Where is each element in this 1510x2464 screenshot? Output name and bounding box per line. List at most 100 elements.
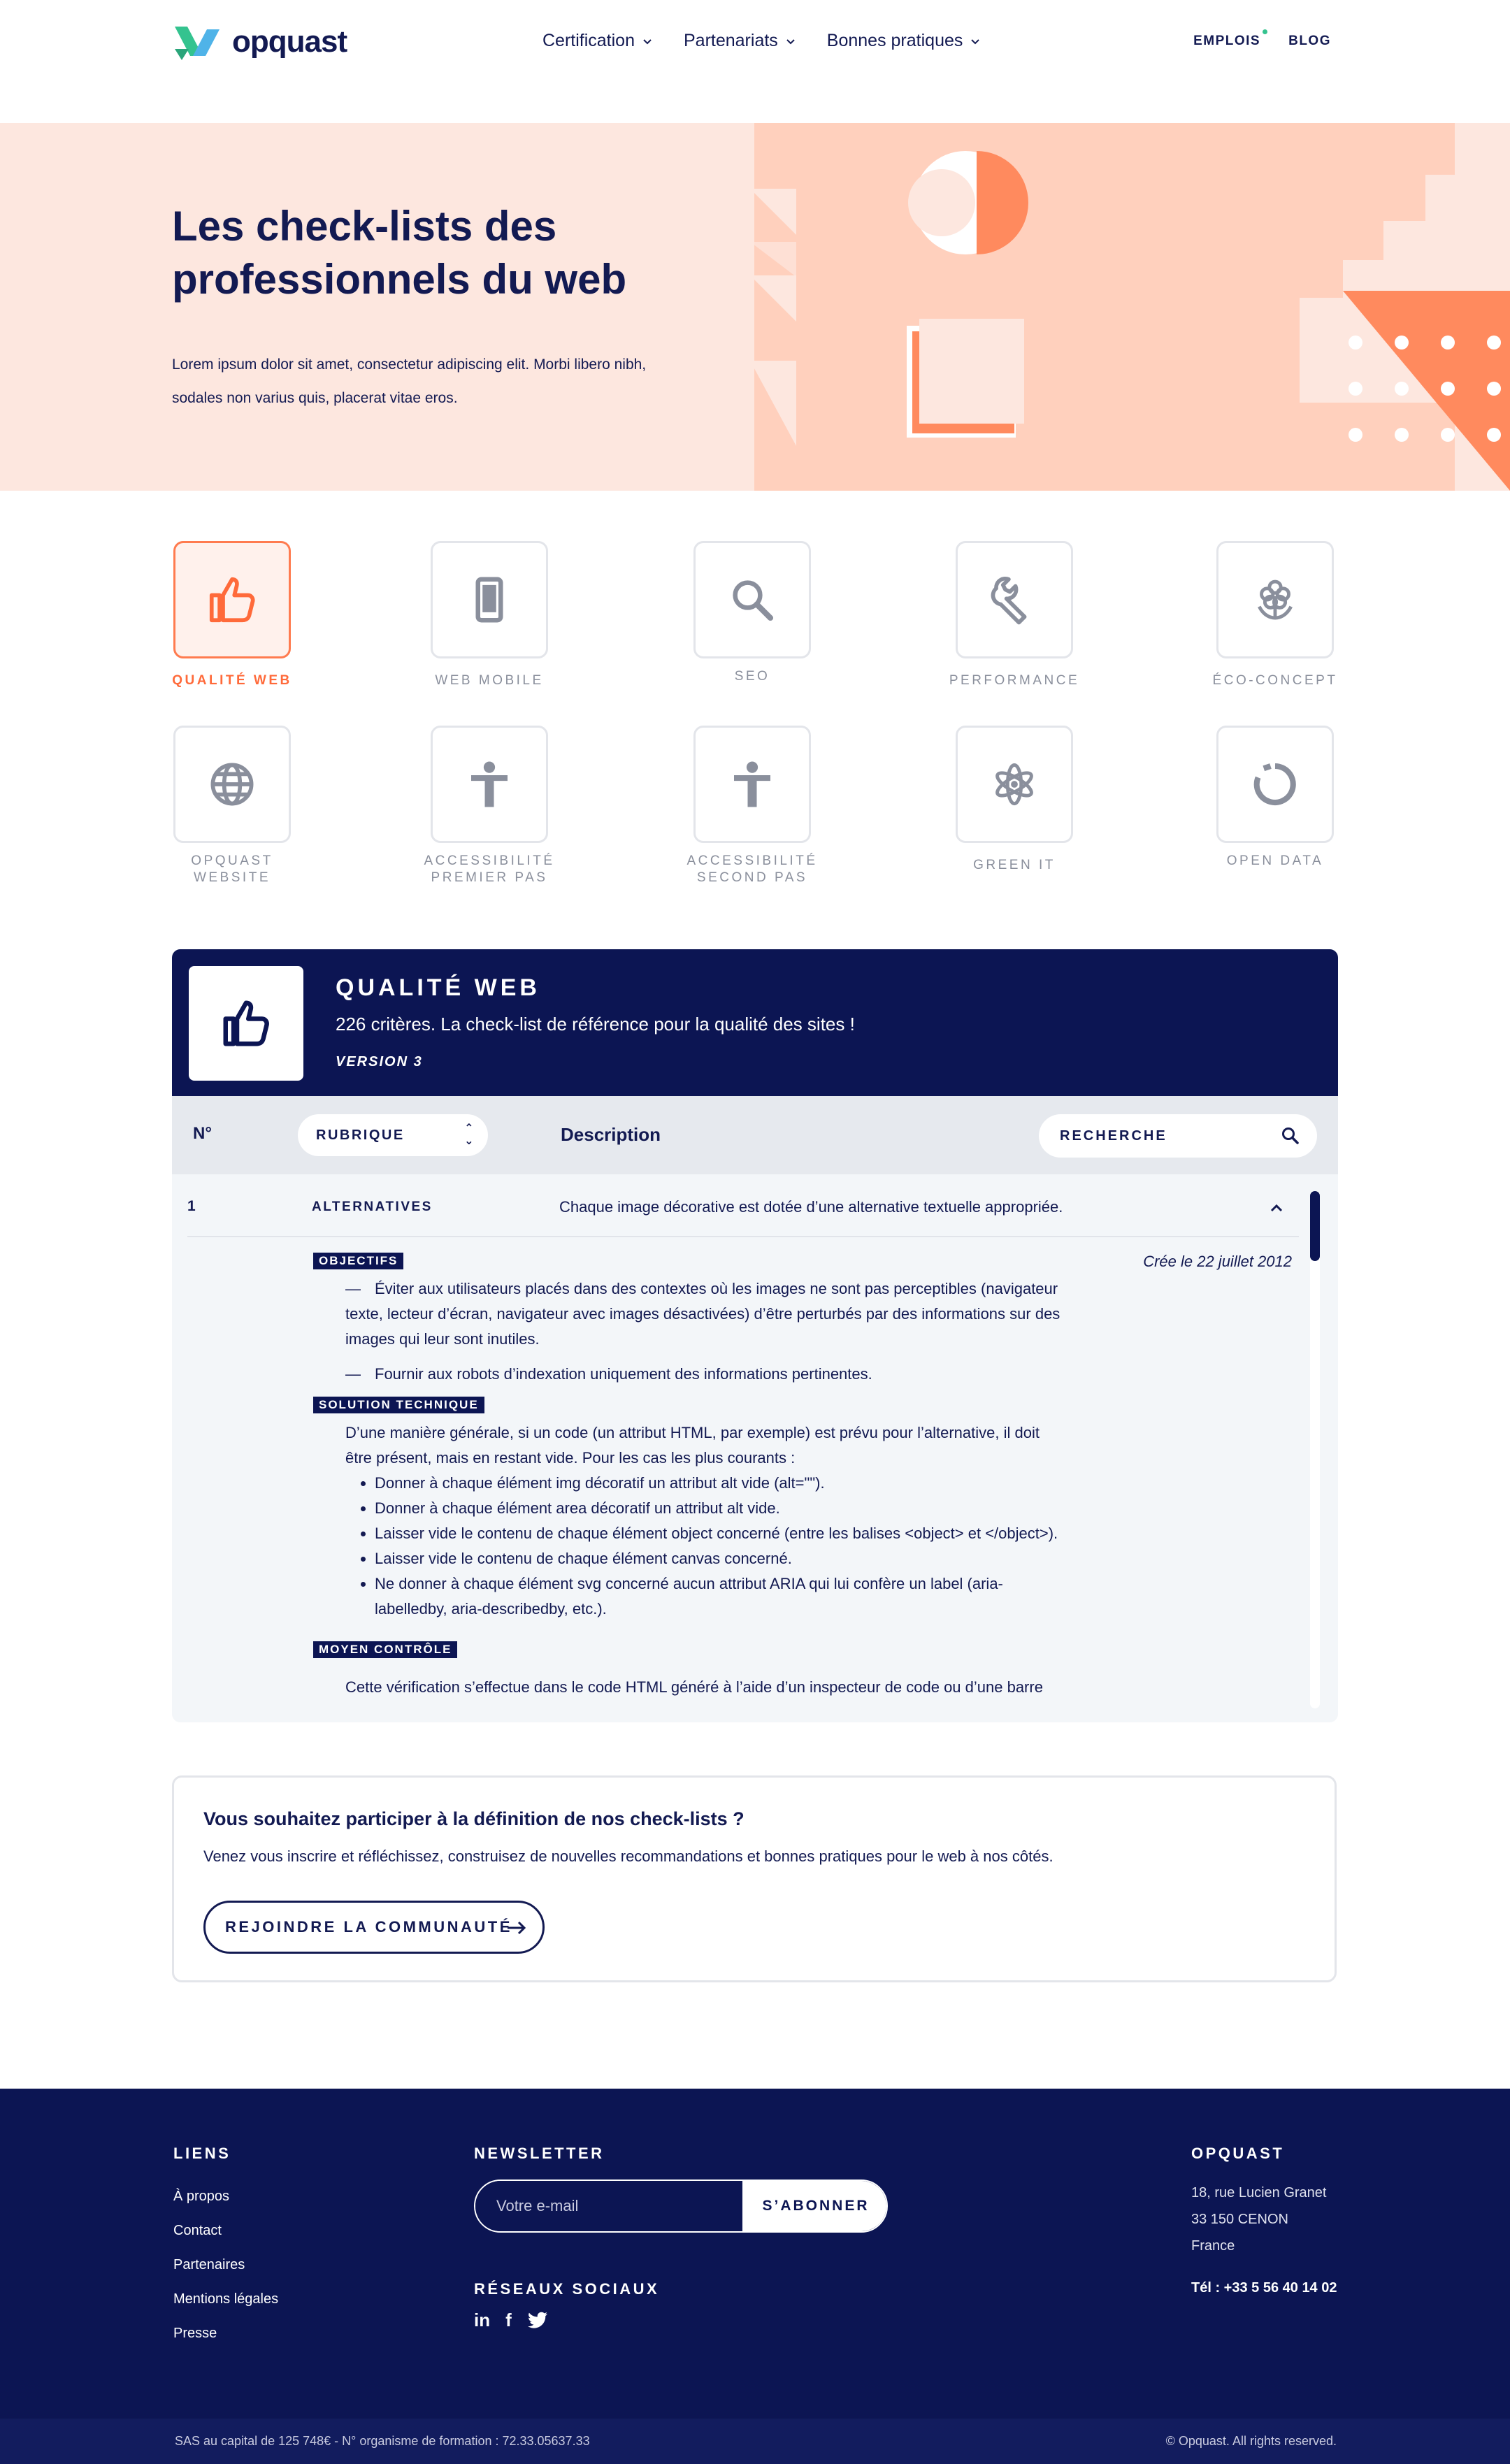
- newsletter-form: S’ABONNER: [474, 2180, 888, 2233]
- emplois-link[interactable]: EMPLOIS: [1193, 29, 1268, 49]
- linkedin-icon[interactable]: in: [474, 2310, 490, 2331]
- social-links: in f: [474, 2310, 548, 2331]
- category-seo[interactable]: SEO: [682, 541, 822, 685]
- category-open-data[interactable]: OPEN DATA: [1205, 726, 1345, 870]
- footer-link-a-propos[interactable]: À propos: [173, 2180, 278, 2214]
- solution-item: Donner à chaque élément area décoratif u…: [375, 1496, 1074, 1521]
- address-line: 33 150 CENON: [1191, 2212, 1288, 2227]
- scrollbar-track[interactable]: [1310, 1191, 1320, 1708]
- company-phone[interactable]: Tél : +33 5 56 40 14 02: [1191, 2280, 1337, 2296]
- created-date: Crée le 22 juillet 2012: [1143, 1253, 1292, 1270]
- chevron-up-icon[interactable]: [1268, 1199, 1285, 1216]
- checklist-panel: QUALITÉ WEB 226 critères. La check-list …: [172, 949, 1338, 1722]
- hero-title: Les check-lists des professionnels du we…: [172, 203, 627, 303]
- footer-link-mentions-legales[interactable]: Mentions légales: [173, 2282, 278, 2317]
- blog-link[interactable]: BLOG: [1288, 34, 1331, 49]
- search-icon[interactable]: [1281, 1126, 1300, 1146]
- atom-icon: [995, 763, 1033, 806]
- hero-shapes-icon: [750, 123, 1510, 491]
- category-label: ÉCO-CONCEPT: [1212, 673, 1338, 688]
- nav-bonnes-pratiques[interactable]: Bonnes pratiques: [827, 31, 982, 51]
- category-tile: [1216, 726, 1334, 843]
- column-description-header: Description: [561, 1124, 661, 1145]
- chevron-down-icon: [643, 38, 652, 44]
- subscribe-button[interactable]: S’ABONNER: [742, 2181, 886, 2231]
- objectif-item: — Éviter aux utilisateurs placés dans des…: [345, 1280, 1060, 1348]
- checklist-logo: [189, 966, 303, 1081]
- footer-link-presse[interactable]: Presse: [173, 2317, 278, 2351]
- person-icon: [471, 761, 508, 807]
- row-number: 1: [187, 1198, 196, 1214]
- sort-arrows-icon: ⌃ ⌄: [464, 1123, 475, 1147]
- objectif-item: — Fournir aux robots d’indexation uniquem…: [345, 1365, 872, 1383]
- row-detail: Crée le 22 juillet 2012 OBJECTIFS — Évite…: [313, 1253, 1292, 1700]
- checklist-row[interactable]: 1 ALTERNATIVES Chaque image décorative e…: [187, 1174, 1299, 1237]
- category-tile: [431, 541, 548, 658]
- category-green-it[interactable]: GREEN IT: [944, 726, 1084, 874]
- row-description: Chaque image décorative est dotée d’une …: [559, 1198, 1063, 1216]
- wrench-icon: [991, 576, 1027, 625]
- footer-bottom-bar: SAS au capital de 125 748€ - N° organism…: [0, 2419, 1510, 2464]
- category-tile: [693, 541, 811, 658]
- category-label: PERFORMANCE: [949, 673, 1080, 688]
- nav-partenariats[interactable]: Partenariats: [684, 31, 796, 51]
- category-performance[interactable]: PERFORMANCE: [944, 541, 1084, 689]
- category-opquast-website[interactable]: OPQUAST WEBSITE: [162, 726, 302, 886]
- flower-icon: [1258, 579, 1293, 620]
- address-line: 18, rue Lucien Granet: [1191, 2185, 1327, 2200]
- nav-certification[interactable]: Certification: [542, 31, 653, 51]
- footer-links: À propos Contact Partenaires Mentions lé…: [173, 2180, 278, 2351]
- checklist-title: QUALITÉ WEB: [336, 974, 540, 1001]
- search-icon: [733, 580, 774, 621]
- category-tile: [431, 726, 548, 843]
- row-rubrique: ALTERNATIVES: [312, 1199, 433, 1214]
- address-line: France: [1191, 2238, 1235, 2254]
- chevron-down-icon: [786, 38, 795, 44]
- facebook-icon[interactable]: f: [505, 2310, 512, 2331]
- site-header: opquast Certification Partenariats Bonne…: [0, 0, 1510, 123]
- category-label: ACCESSIBILITÉ PREMIER PAS: [424, 853, 555, 885]
- search-input[interactable]: [1060, 1124, 1270, 1148]
- objectif-text: Fournir aux robots d’indexation uniqueme…: [375, 1365, 872, 1383]
- category-tile: [1216, 541, 1334, 658]
- thumbs-up-icon: [209, 577, 255, 623]
- mobile-icon: [475, 577, 503, 623]
- category-label: SEO: [734, 669, 770, 684]
- legal-text: SAS au capital de 125 748€ - N° organism…: [175, 2434, 590, 2448]
- footer-link-contact[interactable]: Contact: [173, 2214, 278, 2248]
- cta-title: Vous souhaitez participer à la définitio…: [203, 1808, 745, 1829]
- column-number-header: N°: [193, 1124, 212, 1143]
- globe-icon: [210, 763, 254, 806]
- solution-item: Laisser vide le contenu de chaque élémen…: [375, 1546, 1074, 1571]
- category-tile: [956, 726, 1073, 843]
- chevron-down-icon: [971, 38, 980, 44]
- hero-text: Lorem ipsum dolor sit amet, consectetur …: [172, 356, 647, 406]
- category-accessibilite-second-pas[interactable]: ACCESSIBILITÉ SECOND PAS: [682, 726, 822, 886]
- category-label: OPQUAST WEBSITE: [191, 853, 273, 885]
- solution-item: Ne donner à chaque élément svg concerné …: [375, 1571, 1074, 1622]
- twitter-icon[interactable]: [527, 2312, 548, 2330]
- nav-label: Bonnes pratiques: [826, 31, 963, 50]
- logo-text: opquast: [232, 24, 347, 59]
- cta-text: Venez vous inscrire et réfléchissez, con…: [203, 1847, 1054, 1865]
- solution-list: Donner à chaque élément img décoratif un…: [375, 1471, 1074, 1622]
- newsletter-title: NEWSLETTER: [474, 2145, 605, 2162]
- person-icon: [734, 761, 770, 807]
- category-label: WEB MOBILE: [435, 673, 544, 688]
- category-accessibilite-premier-pas[interactable]: ACCESSIBILITÉ PREMIER PAS: [419, 726, 559, 886]
- thumbs-up-icon: [223, 1000, 269, 1046]
- scrollbar-thumb[interactable]: [1310, 1191, 1320, 1261]
- rubrique-sort-button[interactable]: RUBRIQUE ⌃ ⌄: [298, 1114, 488, 1156]
- objectif-text: Éviter aux utilisateurs placés dans des …: [345, 1280, 1060, 1348]
- email-field[interactable]: [475, 2181, 742, 2231]
- category-web-mobile[interactable]: WEB MOBILE: [419, 541, 559, 689]
- join-community-button[interactable]: REJOINDRE LA COMMUNAUTÉ: [203, 1901, 545, 1954]
- emplois-label: EMPLOIS: [1193, 34, 1261, 48]
- objectifs-tag: OBJECTIFS: [313, 1253, 404, 1269]
- footer-link-partenaires[interactable]: Partenaires: [173, 2248, 278, 2282]
- category-eco-concept[interactable]: ÉCO-CONCEPT: [1205, 541, 1345, 689]
- ring-icon: [1253, 763, 1296, 806]
- opquast-logo[interactable]: opquast: [172, 21, 347, 63]
- category-qualite-web[interactable]: QUALITÉ WEB: [162, 541, 302, 689]
- hero-banner: Les check-lists des professionnels du we…: [0, 123, 1510, 491]
